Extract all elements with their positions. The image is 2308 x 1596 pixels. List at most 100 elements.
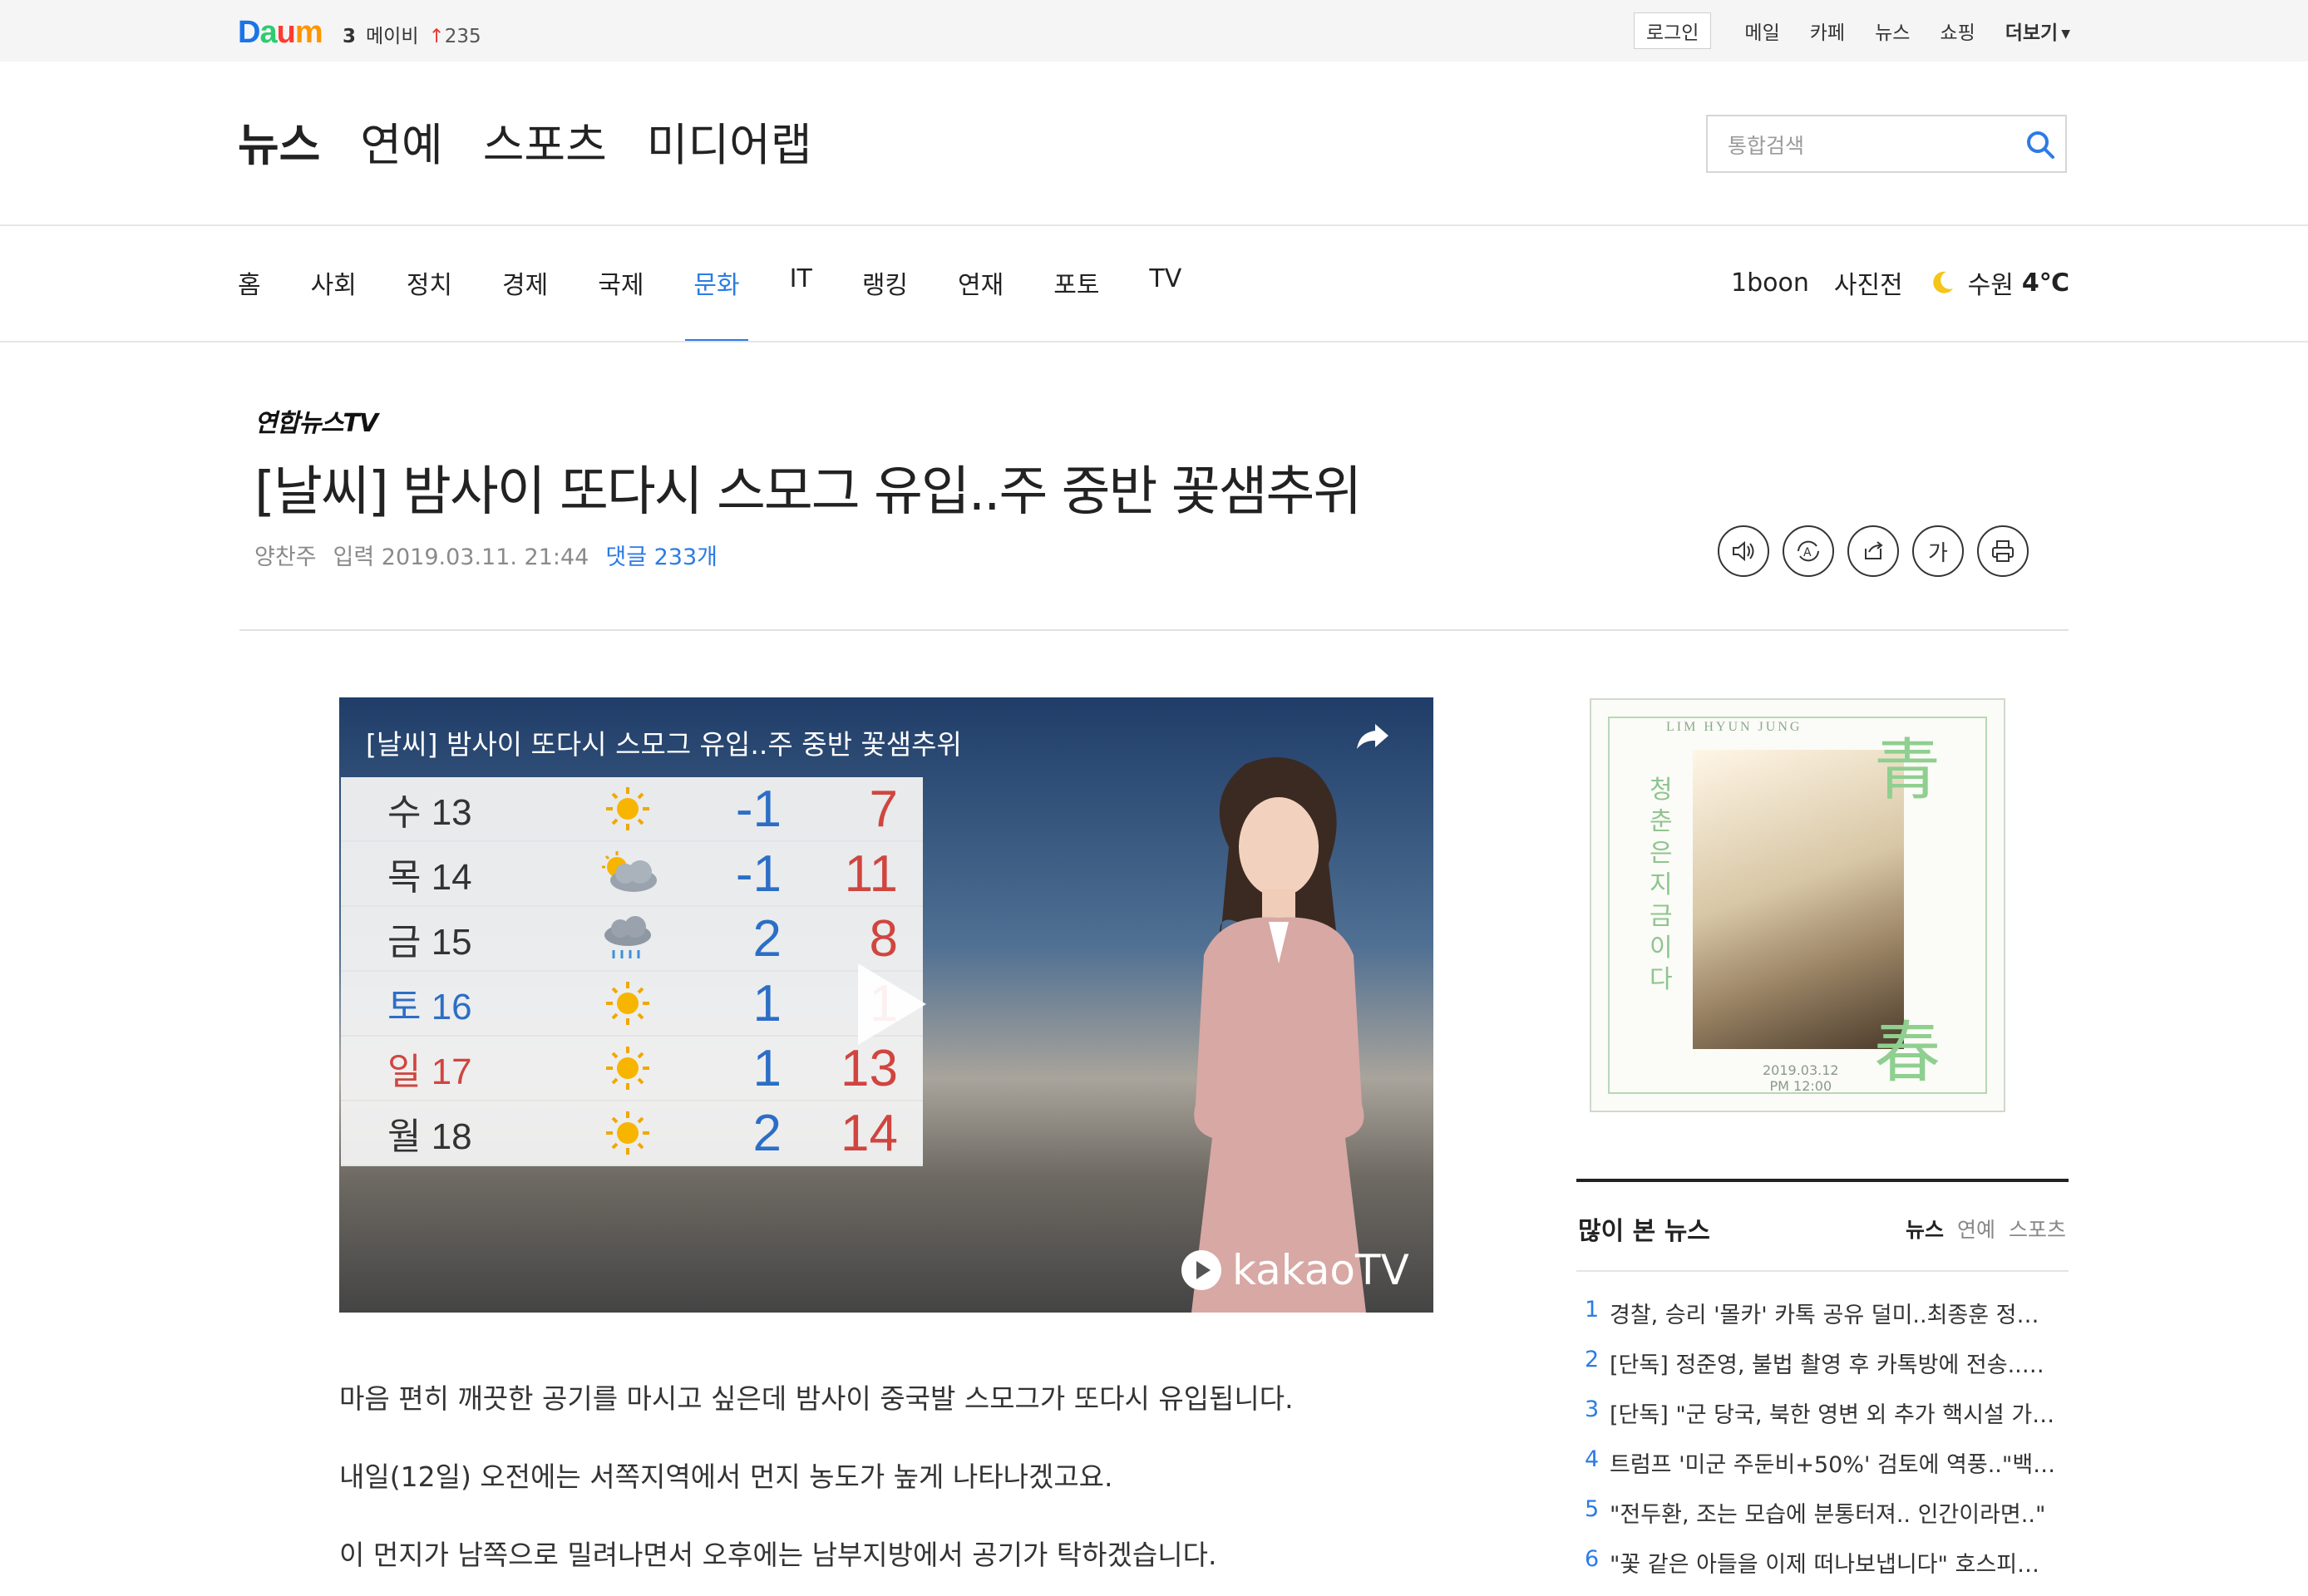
article-meta: 양찬주 입력 2019.03.11. 21:44 댓글 233개 <box>254 539 718 571</box>
caret-down-icon: ▼ <box>2061 27 2070 41</box>
translate-icon[interactable]: A <box>1783 525 1834 577</box>
most-viewed-tab-news[interactable]: 뉴스 <box>1906 1214 1944 1244</box>
most-viewed-headline[interactable]: "전두환, 조는 모습에 분통터져.. 인간이라면.." <box>1610 1496 2059 1546</box>
most-viewed-tab-entertainment[interactable]: 연예 <box>1957 1214 1995 1244</box>
rank-number: 6 <box>1585 1546 1600 1572</box>
most-viewed-headline[interactable]: 트럼프 '미군 주둔비+50%' 검토에 역풍.."백치 같은" <box>1610 1446 2059 1496</box>
forecast-max: 14 <box>841 1104 898 1162</box>
category-culture[interactable]: 문화 <box>685 264 748 342</box>
partly-cloudy-icon <box>574 849 682 899</box>
category-tv[interactable]: TV <box>1149 264 1181 342</box>
article-header-divider <box>239 629 2069 631</box>
weekly-forecast-table: 수 13 -1 7 목 14 -1 11 금 15 2 8 토 16 1 1 일… <box>341 777 923 1166</box>
most-viewed-tab-sports[interactable]: 스포츠 <box>2009 1214 2066 1244</box>
ad-vertical-text: 청춘은 지금이다 <box>1650 776 1673 994</box>
sun-icon <box>574 1108 682 1158</box>
most-viewed-headline[interactable]: "꽃 같은 아들을 이제 떠나보냅니다" 호스피스 병동 <box>1610 1546 2059 1596</box>
category-nav-right: 1boon 사진전 수원 4℃ <box>1731 264 2069 301</box>
share-icon[interactable] <box>1847 525 1899 577</box>
category-home[interactable]: 홈 <box>238 264 261 342</box>
ad-char-bottom: 春 <box>1874 1017 1941 1091</box>
most-viewed-tabs: 뉴스 연예 스포츠 <box>1906 1214 2066 1244</box>
search-input[interactable] <box>1726 128 2012 163</box>
util-link-cafe[interactable]: 카페 <box>1810 17 1845 45</box>
most-viewed-item[interactable]: 6 "꽃 같은 아들을 이제 떠나보냅니다" 호스피스 병동 <box>1585 1546 2067 1596</box>
category-politics[interactable]: 정치 <box>407 264 452 342</box>
article-tools: A 가 <box>1718 525 2029 577</box>
service-tab-sports[interactable]: 스포츠 <box>483 108 607 174</box>
font-size-label: 가 <box>1928 540 1948 566</box>
most-viewed-headline[interactable]: 경찰, 승리 '몰카' 카톡 공유 덜미..최종훈 정준영 연루 <box>1610 1297 2059 1347</box>
font-size-icon[interactable]: 가 <box>1912 525 1964 577</box>
article-paragraph: 마음 편히 깨끗한 공기를 마시고 싶은데 밤사이 중국발 스모그가 또다시 유… <box>339 1382 1294 1415</box>
forecast-max: 11 <box>844 845 898 903</box>
util-link-mail[interactable]: 메일 <box>1744 17 1779 45</box>
sun-icon <box>574 978 682 1028</box>
most-viewed-divider <box>1576 1270 2069 1272</box>
category-ranking[interactable]: 랭킹 <box>862 264 908 342</box>
service-tab-entertainment[interactable]: 연예 <box>360 108 442 174</box>
category-it[interactable]: IT <box>790 264 812 342</box>
category-society[interactable]: 사회 <box>311 264 357 342</box>
article-paragraph: 내일(12일) 오전에는 서쪽지역에서 먼지 농도가 높게 나타나겠고요. <box>339 1461 1113 1493</box>
forecast-day: 토 16 <box>387 987 472 1027</box>
trend-rank: 3 <box>343 26 357 47</box>
most-viewed-item[interactable]: 1 경찰, 승리 '몰카' 카톡 공유 덜미..최종훈 정준영 연루 <box>1585 1297 2067 1347</box>
realtime-trend[interactable]: 3 메이비 ↑235 <box>343 20 481 48</box>
forecast-min: 1 <box>752 974 782 1032</box>
speaker-icon[interactable] <box>1718 525 1769 577</box>
forecast-day: 일 17 <box>387 1052 472 1092</box>
print-icon[interactable] <box>1977 525 2029 577</box>
forecast-day: 금 15 <box>387 922 472 963</box>
album-ad-banner[interactable]: LIM HYUN JUNG 청춘은 지금이다 青 春 2019.03.12 PM … <box>1590 698 2005 1112</box>
link-photo-exhibition[interactable]: 사진전 <box>1834 264 1903 301</box>
daum-logo[interactable]: Daum <box>238 15 323 51</box>
service-tab-medialab[interactable]: 미디어랩 <box>647 108 812 174</box>
most-viewed-item[interactable]: 3 [단독] "군 당국, 북한 영변 외 추가 핵시설 가동 중" <box>1585 1396 2067 1446</box>
utility-links: 로그인 메일 카페 뉴스 쇼핑 더보기 ▼ <box>1633 12 2070 49</box>
weather-anchor-figure <box>1191 757 1366 1313</box>
press-name[interactable]: 연합뉴스TV <box>254 402 378 439</box>
forecast-day: 월 18 <box>387 1116 472 1157</box>
more-menu-button[interactable]: 더보기 ▼ <box>2005 17 2070 45</box>
most-viewed-item[interactable]: 2 [단독] 정준영, 불법 촬영 후 카톡방에 전송..피해자 10명 <box>1585 1347 2067 1396</box>
search-icon[interactable] <box>2024 128 2057 161</box>
nav-divider <box>0 341 2308 342</box>
play-icon[interactable] <box>851 958 931 1050</box>
most-viewed-list: 1 경찰, 승리 '몰카' 카톡 공유 덜미..최종훈 정준영 연루 2 [단독] … <box>1585 1297 2067 1596</box>
service-tab-news[interactable]: 뉴스 <box>238 108 320 174</box>
forecast-max: 7 <box>869 780 898 838</box>
kakaotv-play-icon <box>1181 1250 1221 1290</box>
link-1boon[interactable]: 1boon <box>1731 268 1809 298</box>
video-title: [날씨] 밤사이 또다시 스모그 유입..주 중반 꽃샘추위 <box>366 728 962 761</box>
trend-count: 235 <box>444 26 481 47</box>
most-viewed-item[interactable]: 5 "전두환, 조는 모습에 분통터져.. 인간이라면.." <box>1585 1496 2067 1546</box>
forecast-day: 수 13 <box>387 792 472 833</box>
util-link-news[interactable]: 뉴스 <box>1875 17 1910 45</box>
weather-city[interactable]: 수원 <box>1968 264 2014 301</box>
util-link-shopping[interactable]: 쇼핑 <box>1940 17 1975 45</box>
ad-release-date: 2019.03.12 PM 12:00 <box>1763 1062 1839 1094</box>
forecast-min: -1 <box>735 845 782 903</box>
forecast-min: 1 <box>752 1039 782 1097</box>
ad-date-line: 2019.03.12 <box>1763 1062 1839 1078</box>
kakaotv-badge: kakaoTV <box>1181 1246 1409 1294</box>
category-nav: 홈 사회 정치 경제 국제 문화 IT 랭킹 연재 포토 TV <box>238 264 1231 342</box>
login-button[interactable]: 로그인 <box>1633 12 1712 49</box>
forecast-row: 월 18 2 14 <box>341 1101 923 1166</box>
rank-number: 5 <box>1585 1496 1600 1522</box>
weather-temperature[interactable]: 4℃ <box>2022 268 2069 298</box>
category-photo[interactable]: 포토 <box>1053 264 1099 342</box>
category-economy[interactable]: 경제 <box>502 264 548 342</box>
most-viewed-item[interactable]: 4 트럼프 '미군 주둔비+50%' 검토에 역풍.."백치 같은" <box>1585 1446 2067 1496</box>
category-series[interactable]: 연재 <box>958 264 1004 342</box>
most-viewed-headline[interactable]: [단독] "군 당국, 북한 영변 외 추가 핵시설 가동 중" <box>1610 1396 2059 1446</box>
most-viewed-title: 많이 본 뉴스 <box>1578 1217 1710 1246</box>
comment-count-link[interactable]: 댓글 233개 <box>605 544 718 570</box>
video-player[interactable]: [날씨] 밤사이 또다시 스모그 유입..주 중반 꽃샘추위 수 13 -1 7… <box>339 697 1433 1313</box>
moon-weather-icon <box>1932 271 1953 293</box>
most-viewed-headline[interactable]: [단독] 정준영, 불법 촬영 후 카톡방에 전송..피해자 10명 <box>1610 1347 2059 1396</box>
service-nav: 뉴스 연예 스포츠 미디어랩 <box>238 108 812 174</box>
ad-artist-photo <box>1693 750 1904 1049</box>
category-international[interactable]: 국제 <box>598 264 644 342</box>
